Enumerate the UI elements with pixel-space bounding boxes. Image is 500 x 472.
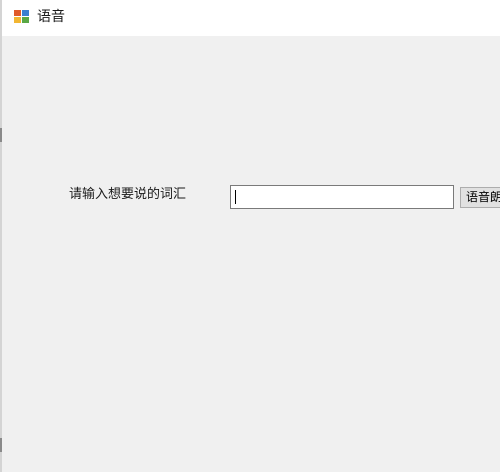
app-window-icon[interactable]: [14, 10, 30, 25]
form-client-area: 请输入想要说的词汇 语音朗读: [2, 36, 500, 472]
word-prompt-label: 请输入想要说的词汇: [69, 187, 187, 202]
word-input[interactable]: [230, 185, 454, 209]
icon-quadrant: [14, 17, 21, 23]
text-caret: [235, 190, 236, 204]
title-bar[interactable]: 语音: [2, 0, 500, 36]
icon-quadrant: [14, 10, 21, 16]
app-window: 语音 请输入想要说的词汇 语音朗读: [0, 0, 500, 472]
icon-quadrant: [22, 17, 29, 23]
window-title: 语音: [37, 9, 65, 25]
icon-quadrant: [22, 10, 29, 16]
speak-button[interactable]: 语音朗读: [460, 187, 500, 208]
